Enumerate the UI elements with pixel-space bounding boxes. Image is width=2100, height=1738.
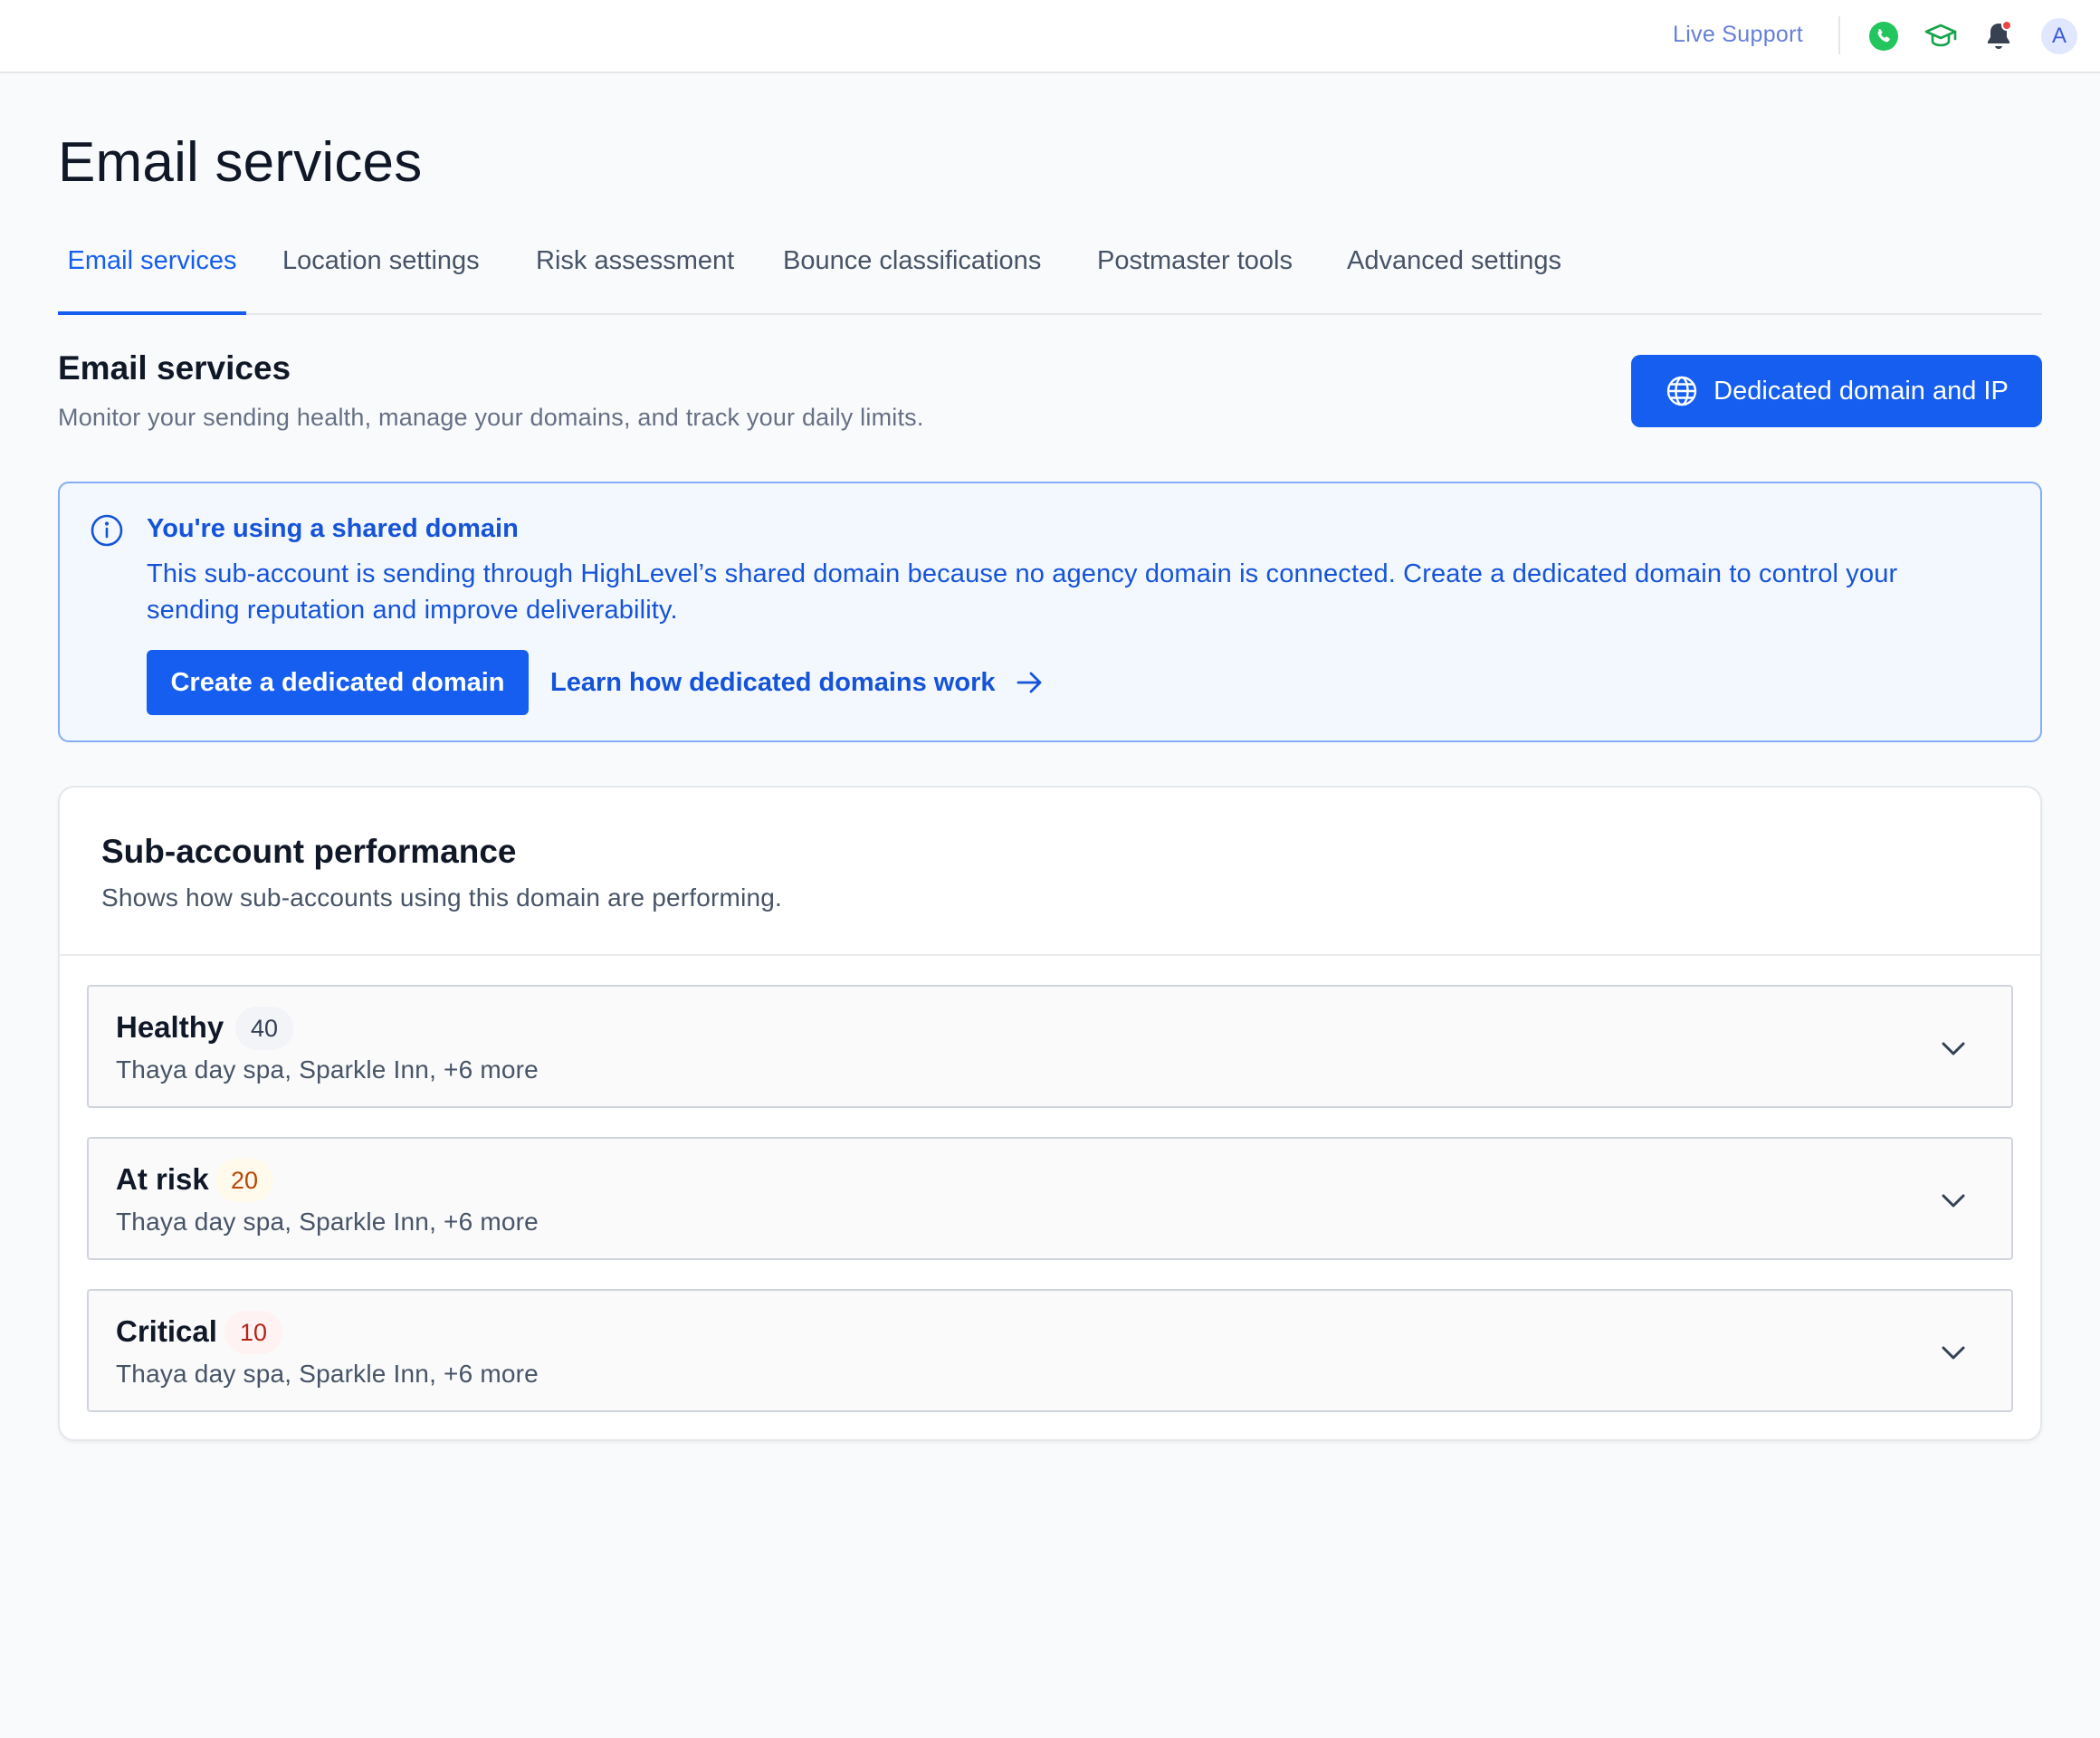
card-divider	[60, 954, 2040, 956]
tab-risk-assessment[interactable]: Risk assessment	[529, 235, 741, 315]
globe-icon	[1666, 376, 1697, 406]
chevron-down-icon[interactable]	[1937, 1032, 1970, 1065]
page-title: Email services	[58, 131, 423, 194]
info-icon	[89, 512, 125, 549]
count-badge: 40	[235, 1007, 293, 1050]
group-row-at-risk[interactable]: At risk 20 Thaya day spa, Sparkle Inn, +…	[87, 1137, 2013, 1260]
arrow-right-icon	[1017, 672, 1041, 693]
count-badge: 10	[224, 1311, 282, 1354]
performance-title: Sub-account performance	[101, 833, 517, 870]
create-dedicated-domain-button[interactable]: Create a dedicated domain	[147, 650, 529, 715]
banner-title: You're using a shared domain	[147, 514, 519, 543]
notification-bell-icon[interactable]	[1981, 18, 2017, 54]
tab-email-services[interactable]: Email services	[58, 235, 246, 315]
performance-subtitle: Shows how sub-accounts using this domain…	[101, 883, 783, 912]
dedicated-domain-ip-label: Dedicated domain and IP	[1713, 376, 2009, 406]
section-subtitle: Monitor your sending health, manage your…	[58, 404, 924, 431]
sub-account-performance-card: Sub-account performance Shows how sub-ac…	[58, 786, 2042, 1441]
count-badge: 20	[215, 1159, 273, 1202]
group-row-critical[interactable]: Critical 10 Thaya day spa, Sparkle Inn, …	[87, 1289, 2013, 1412]
group-name: At risk	[116, 1162, 209, 1196]
tab-advanced-settings[interactable]: Advanced settings	[1340, 235, 1569, 315]
learn-link-label: Learn how dedicated domains work	[550, 667, 996, 697]
shared-domain-banner: You're using a shared domain This sub-ac…	[58, 482, 2042, 742]
chevron-down-icon[interactable]	[1937, 1336, 1970, 1369]
group-name: Critical	[116, 1314, 217, 1348]
learn-dedicated-domains-link[interactable]: Learn how dedicated domains work	[550, 650, 1045, 715]
topbar-divider	[1838, 16, 1840, 54]
group-accounts: Thaya day spa, Sparkle Inn, +6 more	[116, 1208, 539, 1236]
chevron-down-icon[interactable]	[1937, 1184, 1970, 1217]
graduation-cap-icon[interactable]	[1923, 18, 1959, 54]
top-bar: Live Support A	[0, 0, 2100, 73]
banner-text: This sub-account is sending through High…	[147, 559, 1898, 625]
live-support-link[interactable]: Live Support	[1673, 22, 1803, 48]
dedicated-domain-ip-button[interactable]: Dedicated domain and IP	[1631, 355, 2042, 427]
tab-location-settings[interactable]: Location settings	[275, 235, 487, 315]
group-accounts: Thaya day spa, Sparkle Inn, +6 more	[116, 1055, 539, 1084]
user-avatar[interactable]: A	[2041, 18, 2077, 54]
tab-postmaster-tools[interactable]: Postmaster tools	[1090, 235, 1300, 315]
tab-bounce-classifications[interactable]: Bounce classifications	[776, 235, 1048, 315]
group-accounts: Thaya day spa, Sparkle Inn, +6 more	[116, 1360, 539, 1388]
group-row-healthy[interactable]: Healthy 40 Thaya day spa, Sparkle Inn, +…	[87, 985, 2013, 1108]
section-title: Email services	[58, 349, 291, 387]
group-name: Healthy	[116, 1010, 224, 1044]
phone-icon[interactable]	[1866, 18, 1902, 54]
tab-bar: Email services Location settings Risk as…	[58, 235, 2042, 315]
